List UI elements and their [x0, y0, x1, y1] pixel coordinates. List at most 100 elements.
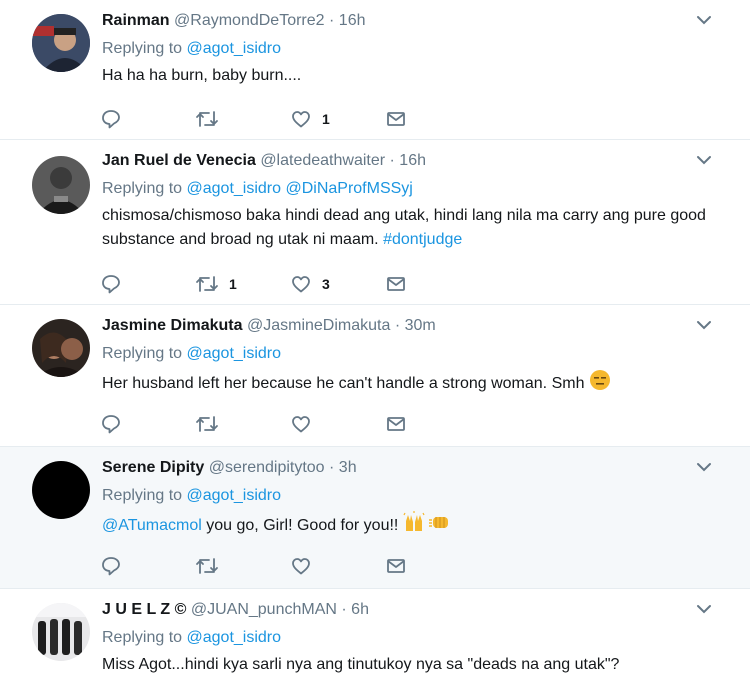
mention-link[interactable]: @agot_isidro [187, 345, 282, 362]
heart-icon [290, 108, 312, 130]
heart-icon [290, 555, 312, 577]
avatar[interactable] [32, 319, 90, 377]
direct-message-button[interactable] [385, 554, 407, 578]
handle[interactable]: @serendipitytoo [209, 459, 325, 476]
retweet-icon [195, 413, 219, 435]
tweet-text: chismosa/chismoso baka hindi dead ang ut… [102, 204, 730, 252]
reply-button[interactable] [100, 412, 195, 436]
tweet-header: Rainman @RaymondDeTorre2 · 16h [102, 10, 730, 32]
mention-link[interactable]: @agot_isidro [187, 487, 282, 504]
raised-hands-icon [403, 511, 425, 541]
reply-icon [100, 108, 122, 130]
like-button[interactable]: 1 [290, 107, 385, 131]
replying-label: Replying to [102, 180, 183, 197]
like-count: 1 [322, 111, 330, 127]
display-name[interactable]: Jasmine Dimakuta [102, 317, 243, 334]
timestamp[interactable]: · 16h [390, 152, 426, 169]
like-button[interactable] [290, 554, 385, 578]
timestamp[interactable]: · 3h [329, 459, 357, 476]
retweet-button[interactable]: 1 [195, 272, 290, 296]
hashtag-link[interactable]: #dontjudge [383, 231, 462, 248]
mention-link[interactable]: @ATumacmol [102, 517, 202, 534]
replying-to: Replying to @agot_isidro [102, 343, 730, 365]
mention-link[interactable]: @agot_isidro [187, 180, 282, 197]
reply-button[interactable] [100, 272, 195, 296]
tweet-content: Jasmine Dimakuta @JasmineDimakuta · 30m … [102, 315, 730, 399]
direct-message-button[interactable] [385, 272, 407, 296]
fist-bump-icon [429, 511, 451, 541]
reply-button[interactable] [100, 554, 195, 578]
reply-button[interactable] [100, 107, 195, 131]
chevron-down-icon[interactable] [694, 599, 714, 619]
tweet-text: Miss Agot...hindi kya sarli nya ang tinu… [102, 656, 620, 673]
tweet-text-body: you go, Girl! Good for you!! [206, 517, 399, 534]
direct-message-button[interactable] [385, 412, 407, 436]
tweet-actions: 1 3 [100, 272, 407, 296]
envelope-icon [385, 413, 407, 435]
direct-message-button[interactable] [385, 107, 407, 131]
reply-icon [100, 555, 122, 577]
avatar[interactable] [32, 461, 90, 519]
reply-icon [100, 413, 122, 435]
tweet[interactable]: J U E L Z © @JUAN_punchMAN · 6h Replying… [0, 589, 750, 688]
reply-icon [100, 273, 122, 295]
tweet-content: Rainman @RaymondDeTorre2 · 16h Replying … [102, 10, 730, 88]
retweet-icon [195, 555, 219, 577]
tweet-content: Jan Ruel de Venecia @latedeathwaiter · 1… [102, 150, 730, 252]
tweet-actions: 1 [100, 107, 407, 131]
retweet-button[interactable] [195, 107, 290, 131]
timestamp[interactable]: · 6h [341, 601, 369, 618]
display-name[interactable]: Serene Dipity [102, 459, 204, 476]
timestamp[interactable]: · 16h [329, 12, 365, 29]
tweet[interactable]: Serene Dipity @serendipitytoo · 3h Reply… [0, 447, 750, 589]
replying-label: Replying to [102, 40, 183, 57]
avatar[interactable] [32, 156, 90, 214]
retweet-button[interactable] [195, 412, 290, 436]
mention-link[interactable]: @DiNaProfMSSyj [285, 180, 412, 197]
tweet-header: Serene Dipity @serendipitytoo · 3h [102, 457, 730, 479]
chevron-down-icon[interactable] [694, 457, 714, 477]
mention-link[interactable]: @agot_isidro [187, 629, 282, 646]
display-name[interactable]: J U E L Z © [102, 601, 186, 618]
tweet-text: Ha ha ha burn, baby burn.... [102, 67, 302, 84]
chevron-down-icon[interactable] [694, 150, 714, 170]
replying-to: Replying to @agot_isidro [102, 627, 730, 649]
envelope-icon [385, 108, 407, 130]
retweet-button[interactable] [195, 554, 290, 578]
replying-label: Replying to [102, 487, 183, 504]
heart-icon [290, 273, 312, 295]
retweet-icon [195, 273, 219, 295]
tweet[interactable]: Rainman @RaymondDeTorre2 · 16h Replying … [0, 0, 750, 140]
tweet-header: Jan Ruel de Venecia @latedeathwaiter · 1… [102, 150, 730, 172]
replying-to: Replying to @agot_isidro @DiNaProfMSSyj [102, 178, 730, 200]
display-name[interactable]: Rainman [102, 12, 170, 29]
avatar[interactable] [32, 603, 90, 661]
like-count: 3 [322, 276, 330, 292]
retweet-count: 1 [229, 276, 237, 292]
avatar[interactable] [32, 14, 90, 72]
tweet-content: J U E L Z © @JUAN_punchMAN · 6h Replying… [102, 599, 730, 677]
handle[interactable]: @RaymondDeTorre2 [174, 12, 325, 29]
envelope-icon [385, 273, 407, 295]
replying-label: Replying to [102, 345, 183, 362]
heart-icon [290, 413, 312, 435]
mention-link[interactable]: @agot_isidro [187, 40, 282, 57]
like-button[interactable] [290, 412, 385, 436]
handle[interactable]: @JasmineDimakuta [247, 317, 390, 334]
tweet-header: Jasmine Dimakuta @JasmineDimakuta · 30m [102, 315, 730, 337]
replying-to: Replying to @agot_isidro [102, 38, 730, 60]
tweet-actions [100, 554, 407, 578]
handle[interactable]: @JUAN_punchMAN [191, 601, 337, 618]
tweet-text: Her husband left her because he can't ha… [102, 369, 730, 399]
tweet[interactable]: Jasmine Dimakuta @JasmineDimakuta · 30m … [0, 305, 750, 447]
chevron-down-icon[interactable] [694, 315, 714, 335]
timestamp[interactable]: · 30m [395, 317, 436, 334]
tweet-header: J U E L Z © @JUAN_punchMAN · 6h [102, 599, 730, 621]
like-button[interactable]: 3 [290, 272, 385, 296]
tweet-text-body: Her husband left her because he can't ha… [102, 375, 585, 392]
tweet[interactable]: Jan Ruel de Venecia @latedeathwaiter · 1… [0, 140, 750, 305]
handle[interactable]: @latedeathwaiter [260, 152, 385, 169]
display-name[interactable]: Jan Ruel de Venecia [102, 152, 256, 169]
retweet-icon [195, 108, 219, 130]
chevron-down-icon[interactable] [694, 10, 714, 30]
